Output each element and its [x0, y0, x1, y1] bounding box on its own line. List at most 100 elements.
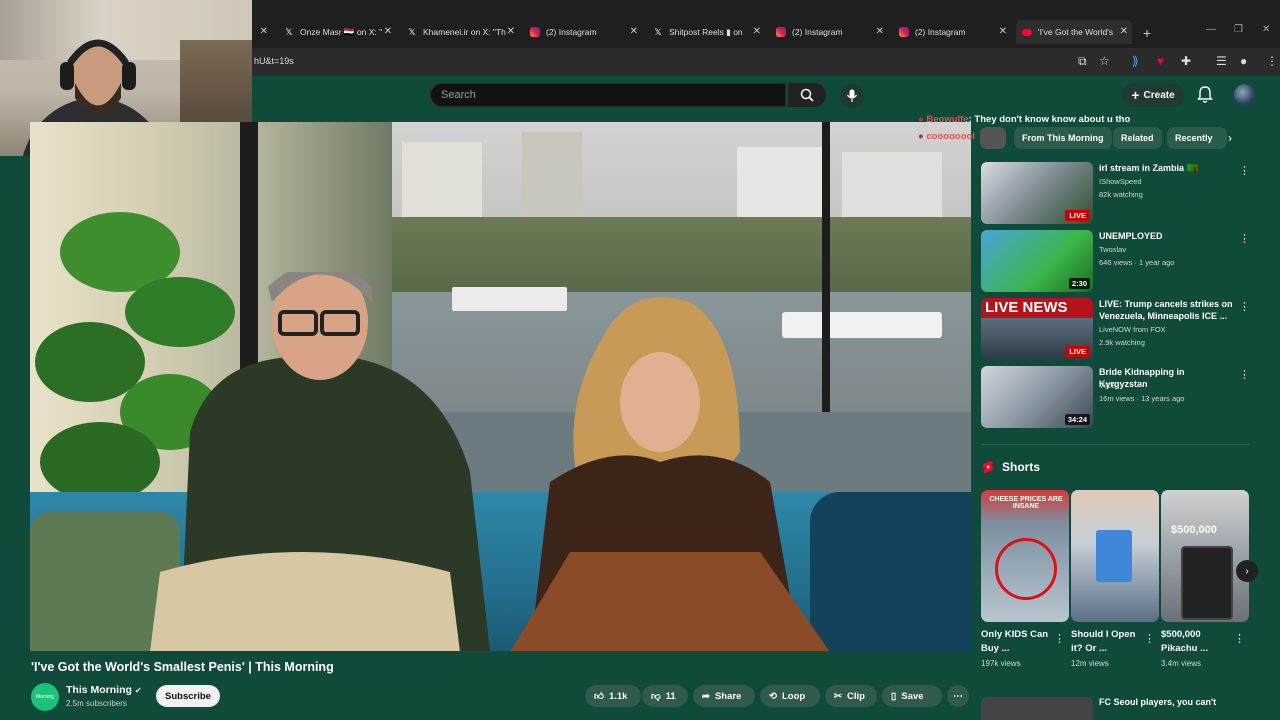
- short-thumbnail[interactable]: $500,000: [1161, 490, 1249, 622]
- browser-tab[interactable]: (2) Instagram ✕: [530, 20, 638, 44]
- video-thumbnail[interactable]: [981, 697, 1093, 720]
- browser-menu-icon[interactable]: ⋮: [1266, 54, 1278, 68]
- save-button[interactable]: ▯ Save: [882, 685, 942, 707]
- minimize-icon[interactable]: —: [1206, 24, 1216, 35]
- scissors-icon: ✂: [834, 690, 842, 702]
- video-player[interactable]: [30, 122, 971, 651]
- browser-tab[interactable]: ✕: [260, 20, 268, 44]
- puzzle-extensions-icon[interactable]: ✚: [1181, 54, 1191, 68]
- recommendation-title: LIVE: Trump cancels strikes on Venezuela…: [1099, 299, 1233, 321]
- x-logo-icon: 𝕏: [285, 27, 293, 37]
- recommendation-item[interactable]: LIVE NEWS LIVE LIVE: Trump cancels strik…: [981, 298, 1250, 360]
- close-tab-icon[interactable]: ✕: [384, 26, 392, 37]
- dislike-button[interactable]: 👎︎ 11: [642, 685, 688, 707]
- circle-highlight: [995, 538, 1057, 600]
- bookmark-icon: ▯: [891, 690, 897, 702]
- instagram-icon: [776, 27, 786, 37]
- close-window-icon[interactable]: ✕: [1262, 24, 1270, 35]
- close-tab-icon[interactable]: ✕: [260, 26, 268, 37]
- user-avatar[interactable]: [1234, 84, 1255, 105]
- more-vertical-icon[interactable]: ⋮: [1239, 232, 1250, 245]
- youtube-icon: [1022, 28, 1032, 36]
- short-title[interactable]: Should I Open it? Or ...: [1071, 628, 1141, 656]
- shorts-title: Shorts: [1002, 460, 1041, 474]
- close-tab-icon[interactable]: ✕: [507, 26, 515, 37]
- tab-title: Onze Masr 🇪🇬 on X: ": [300, 26, 383, 37]
- like-count: 1.1k: [608, 690, 628, 702]
- browser-tab-active[interactable]: 'I've Got the World's ✕: [1016, 20, 1132, 44]
- short-title[interactable]: Only KIDS Can Buy ...: [981, 628, 1051, 656]
- browser-tab[interactable]: 𝕏 Shitpost Reels ▮ on ✕: [653, 20, 761, 44]
- video-thumbnail[interactable]: 34:24: [981, 366, 1093, 428]
- save-label: Save: [901, 690, 924, 702]
- channel-name[interactable]: This Morning ✔: [66, 684, 142, 696]
- chip-recently[interactable]: Recently: [1167, 127, 1227, 149]
- close-tab-icon[interactable]: ✕: [753, 26, 761, 37]
- shorts-next-button[interactable]: ›: [1236, 560, 1258, 582]
- short-views: 12m views: [1071, 659, 1109, 668]
- media-controls-icon[interactable]: ☰: [1216, 54, 1227, 68]
- recommendation-channel: IShowSpeed: [1099, 177, 1142, 186]
- recommendation-item[interactable]: FC Seoul players, you can't: [981, 697, 1249, 720]
- loop-button[interactable]: ⟲ Loop: [760, 685, 820, 707]
- short-thumbnail[interactable]: CHEESE PRICES ARE INSANE: [981, 490, 1069, 622]
- browser-tab[interactable]: (2) Instagram ✕: [776, 20, 884, 44]
- x-logo-icon: 𝕏: [654, 27, 662, 37]
- clip-label: Clip: [846, 690, 865, 702]
- url-text[interactable]: hU&t=19s: [254, 56, 294, 66]
- chip-related[interactable]: Related: [1113, 127, 1162, 149]
- close-tab-icon[interactable]: ✕: [1120, 26, 1128, 37]
- chat-message-text: : They don't know know about u tho: [968, 114, 1131, 125]
- video-thumbnail[interactable]: LIVE: [981, 162, 1093, 224]
- more-vertical-icon[interactable]: ⋮: [1239, 300, 1250, 313]
- like-button[interactable]: 👍︎ 1.1k: [585, 685, 641, 707]
- close-tab-icon[interactable]: ✕: [876, 26, 884, 37]
- video-thumbnail[interactable]: LIVE NEWS LIVE: [981, 298, 1093, 360]
- more-vertical-icon[interactable]: ⋮: [1239, 164, 1250, 177]
- close-tab-icon[interactable]: ✕: [630, 26, 638, 37]
- more-actions-button[interactable]: ⋯: [947, 685, 969, 707]
- more-horizontal-icon: ⋯: [953, 690, 963, 702]
- profile-icon[interactable]: ●: [1240, 54, 1247, 68]
- video-title: 'I've Got the World's Smallest Penis' | …: [31, 660, 334, 674]
- video-thumbnail[interactable]: 2:30: [981, 230, 1093, 292]
- browser-tab[interactable]: 𝕏 Onze Masr 🇪🇬 on X: " ✕: [284, 20, 392, 44]
- close-tab-icon[interactable]: ✕: [999, 26, 1007, 37]
- chip-live-thumb[interactable]: [980, 127, 1006, 149]
- more-vertical-icon[interactable]: ⋮: [1054, 632, 1065, 645]
- short-thumbnail[interactable]: [1071, 490, 1159, 622]
- browser-tab[interactable]: 𝕏 Khamenei.ir on X: "Th ✕: [407, 20, 515, 44]
- chip-from-this-morning[interactable]: From This Morning: [1014, 127, 1112, 149]
- install-app-icon[interactable]: ⧉: [1078, 54, 1087, 69]
- channel-avatar[interactable]: Morning: [31, 683, 59, 711]
- search-icon: [800, 88, 814, 102]
- plus-icon: +: [1131, 87, 1140, 103]
- more-vertical-icon[interactable]: ⋮: [1144, 632, 1155, 645]
- short-views: 3.4m views: [1161, 659, 1202, 668]
- chevron-right-icon[interactable]: ›: [1228, 131, 1232, 145]
- extension-icon[interactable]: ⟫: [1132, 54, 1139, 68]
- more-vertical-icon[interactable]: ⋮: [1239, 368, 1250, 381]
- clip-button[interactable]: ✂ Clip: [825, 685, 877, 707]
- section-divider: [981, 444, 1249, 445]
- subscribe-button[interactable]: Subscribe: [156, 685, 220, 707]
- voice-search-button[interactable]: [840, 84, 864, 108]
- extension-icon[interactable]: ♥: [1157, 54, 1164, 68]
- maximize-icon[interactable]: ❐: [1234, 24, 1243, 35]
- tab-title: (2) Instagram: [792, 27, 843, 37]
- share-button[interactable]: ➦ Share: [693, 685, 755, 707]
- notifications-bell-icon[interactable]: [1197, 86, 1213, 103]
- recommendation-item[interactable]: 34:24 Bride Kidnapping in Kyrgyzstan VIC…: [981, 366, 1250, 428]
- recommendation-item[interactable]: 2:30 UNEMPLOYED Twoslav 646 views · 1 ye…: [981, 230, 1250, 292]
- shorts-header: Shorts: [982, 460, 1040, 474]
- recommendation-item[interactable]: LIVE irl stream in Zambia 🇿🇲 IShowSpeed …: [981, 162, 1250, 224]
- bookmark-star-icon[interactable]: ☆: [1099, 54, 1110, 68]
- search-input[interactable]: Search: [430, 83, 786, 107]
- more-vertical-icon[interactable]: ⋮: [1234, 632, 1245, 645]
- short-title[interactable]: $500,000 Pikachu ...: [1161, 628, 1231, 656]
- loop-icon: ⟲: [769, 690, 777, 702]
- search-button[interactable]: [788, 83, 826, 107]
- create-button[interactable]: + Create: [1122, 83, 1184, 107]
- browser-tab[interactable]: (2) Instagram ✕: [899, 20, 1007, 44]
- new-tab-icon[interactable]: +: [1143, 25, 1151, 41]
